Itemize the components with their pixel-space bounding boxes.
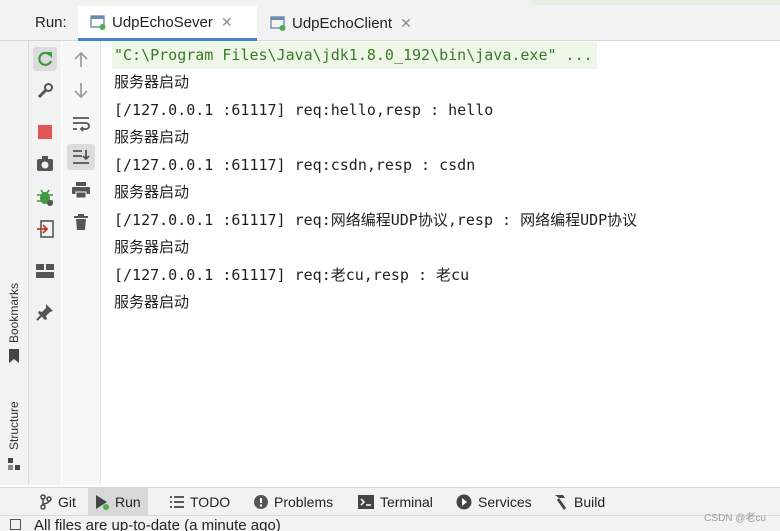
structure-tab[interactable]: Structure: [7, 401, 21, 450]
pin-tab-button[interactable]: [33, 300, 57, 324]
tab-label: UdpEchoClient: [292, 14, 393, 32]
tab-label: Problems: [274, 494, 334, 510]
dump-threads-button[interactable]: [33, 152, 57, 176]
bookmarks-tab[interactable]: Bookmarks: [7, 283, 21, 343]
console-line: 服务器启动: [114, 128, 190, 146]
rerun-button[interactable]: [33, 47, 57, 71]
pin-icon: [36, 304, 53, 321]
tab-label: Terminal: [380, 494, 433, 510]
close-icon[interactable]: ✕: [221, 14, 233, 31]
console-line: [/127.0.0.1 :61117] req:老cu,resp : 老cu: [114, 266, 470, 284]
run-toolbar-secondary: [62, 41, 101, 485]
tab-label: TODO: [190, 494, 231, 510]
run-toolbar-primary: [29, 41, 61, 485]
services-icon: [456, 494, 472, 510]
console-line: [/127.0.0.1 :61117] req:hello,resp : hel…: [114, 101, 494, 119]
layout-icon: [36, 264, 54, 278]
trash-icon: [74, 214, 88, 230]
left-tool-strip: Bookmarks Structure: [0, 41, 29, 485]
todo-list-icon: [170, 496, 184, 508]
layout-button[interactable]: [33, 259, 57, 283]
console-line: 服务器启动: [114, 238, 190, 256]
stop-icon: [38, 125, 52, 139]
tab-label: Services: [478, 494, 532, 510]
tab-label: Run: [115, 494, 141, 510]
scroll-up-button[interactable]: [69, 47, 93, 71]
rerun-icon: [38, 51, 53, 66]
run-toolbar-header: Run: UdpEchoSever ✕ UdpEchoClient ✕: [0, 6, 780, 41]
todo-tab[interactable]: TODO: [164, 488, 236, 516]
stop-button[interactable]: [33, 120, 57, 144]
tab-label: UdpEchoSever: [112, 13, 213, 31]
arrow-up-icon: [74, 51, 88, 67]
git-tab[interactable]: Git: [34, 488, 82, 516]
run-label: Run:: [35, 14, 67, 31]
clear-all-button[interactable]: [69, 210, 93, 234]
console-line: [/127.0.0.1 :61117] req:csdn,resp : csdn: [114, 156, 476, 174]
console-line: [/127.0.0.1 :61117] req:网络编程UDP协议,resp :…: [114, 211, 638, 229]
soft-wrap-button[interactable]: [69, 112, 93, 136]
settings-button[interactable]: [33, 79, 57, 103]
wrench-icon: [37, 83, 53, 99]
print-button[interactable]: [69, 178, 93, 202]
structure-icon: [8, 455, 20, 474]
run-config-icon: [90, 14, 106, 30]
exit-icon: [37, 220, 54, 238]
printer-icon: [72, 182, 90, 198]
close-icon[interactable]: ✕: [400, 15, 412, 32]
console-line: 服务器启动: [114, 293, 190, 311]
run-icon: [95, 494, 109, 510]
exit-button[interactable]: [33, 217, 57, 241]
git-branch-icon: [40, 494, 52, 510]
bottom-tool-bar: Git Run TODO Problems Terminal Services …: [0, 487, 780, 516]
scroll-to-end-button[interactable]: [67, 144, 95, 170]
console-output[interactable]: "C:\Program Files\Java\jdk1.8.0_192\bin\…: [101, 41, 780, 485]
scroll-to-end-icon: [73, 150, 90, 164]
camera-icon: [37, 156, 53, 171]
scroll-down-button[interactable]: [69, 79, 93, 103]
tab-udp-echo-client[interactable]: UdpEchoClient ✕: [270, 6, 430, 40]
status-bar: All files are up-to-date (a minute ago): [0, 515, 780, 531]
bookmark-icon: [8, 348, 20, 367]
debug-button[interactable]: [33, 185, 57, 209]
status-text: All files are up-to-date (a minute ago): [34, 517, 281, 531]
tab-udp-echo-sever[interactable]: UdpEchoSever ✕: [78, 6, 257, 41]
tab-label: Git: [58, 494, 76, 510]
watermark: CSDN @老cu: [704, 513, 766, 524]
build-tab[interactable]: Build: [546, 488, 611, 516]
console-command-line: "C:\Program Files\Java\jdk1.8.0_192\bin\…: [112, 42, 597, 69]
bug-icon: [37, 189, 53, 206]
services-tab[interactable]: Services: [450, 488, 538, 516]
soft-wrap-icon: [73, 117, 90, 132]
tab-label: Build: [574, 494, 606, 510]
run-config-icon: [270, 15, 286, 31]
console-line: 服务器启动: [114, 73, 190, 91]
problems-tab[interactable]: Problems: [248, 488, 339, 516]
build-hammer-icon: [552, 494, 568, 510]
arrow-down-icon: [74, 83, 88, 99]
console-line: 服务器启动: [114, 183, 190, 201]
terminal-tab[interactable]: Terminal: [352, 488, 439, 516]
run-tab[interactable]: Run: [88, 488, 148, 516]
terminal-icon: [358, 495, 374, 509]
problems-icon: [254, 495, 268, 509]
status-checkbox-icon[interactable]: [10, 519, 21, 530]
